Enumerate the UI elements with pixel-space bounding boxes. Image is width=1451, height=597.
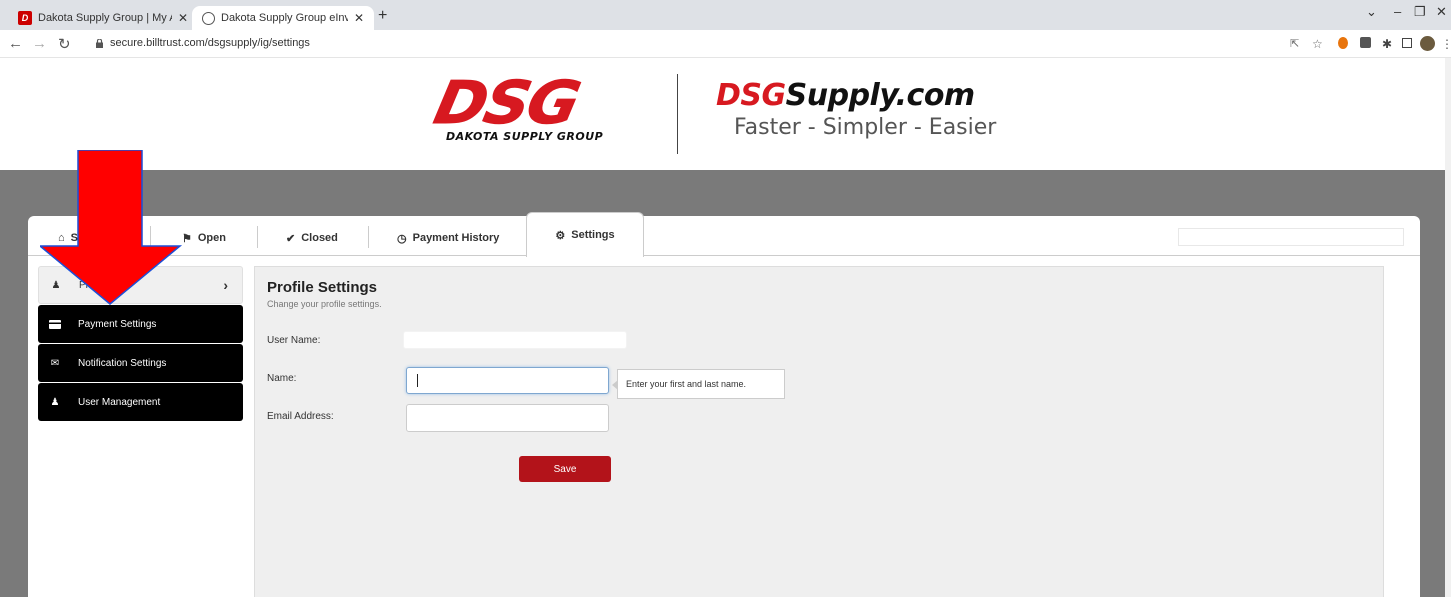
tab-payment-history[interactable]: ◷ Payment History (397, 230, 499, 246)
tab-label: Settings (571, 229, 615, 241)
sidebar-item-notification-settings[interactable]: ✉ Notification Settings (38, 344, 243, 382)
page-subtitle: Change your profile settings. (267, 299, 382, 309)
chevron-right-icon: › (223, 277, 228, 293)
red-arrow-annotation (40, 150, 183, 305)
email-label: Email Address: (267, 411, 334, 422)
search-input[interactable] (1178, 228, 1404, 246)
logo2-black: Supply.com (785, 78, 976, 113)
tab-label: Payment History (412, 232, 500, 244)
browser-toolbar: ← → ↻ secure.billtrust.com/dsgsupply/ig/… (0, 30, 1451, 58)
lock-icon[interactable] (96, 39, 103, 48)
credit-card-icon (48, 319, 62, 329)
save-button[interactable]: Save (519, 456, 611, 482)
browser-tab-title: Dakota Supply Group eInvoice C (221, 12, 348, 24)
dsgsupply-logo[interactable]: DSGSupply.com Faster - Simpler - Easier (716, 78, 996, 140)
logo-text: DSG (428, 67, 585, 138)
nav-tabs: ⌂ S ⚑ Open ✔ Closed ◷ Payment History ⚙ … (28, 212, 1420, 257)
user-name-label: User Name: (267, 335, 321, 346)
close-tab-icon[interactable]: ✕ (178, 11, 188, 25)
user-icon: ♟ (50, 396, 60, 408)
logo2-red: DSG (716, 78, 786, 113)
tab-closed[interactable]: ✔ Closed (286, 230, 338, 246)
browser-tab-strip: D Dakota Supply Group | My Accou ✕ Dakot… (0, 0, 1451, 30)
check-icon: ✔ (286, 232, 296, 245)
sidebar-item-label: User Management (78, 396, 161, 408)
tab-separator (368, 226, 369, 248)
new-tab-button[interactable]: + (378, 7, 387, 25)
puzzle-icon[interactable]: ✱ (1382, 37, 1395, 51)
close-tab-icon[interactable]: ✕ (354, 11, 364, 25)
main-panel: ⌂ S ⚑ Open ✔ Closed ◷ Payment History ⚙ … (28, 212, 1420, 597)
user-name-field (403, 331, 627, 349)
sidebar-icon[interactable] (1402, 38, 1412, 48)
browser-tab-title: Dakota Supply Group | My Accou (38, 12, 172, 24)
reload-icon[interactable]: ↻ (58, 35, 71, 53)
menu-icon[interactable]: ⋮ (1441, 37, 1451, 51)
dsg-logo-icon: D (18, 11, 32, 25)
close-window-icon[interactable]: ✕ (1436, 4, 1447, 20)
star-icon[interactable]: ☆ (1312, 37, 1325, 51)
forward-icon[interactable]: → (32, 35, 47, 52)
restore-icon[interactable]: ❐ (1414, 4, 1426, 20)
sidebar-item-user-management[interactable]: ♟ User Management (38, 383, 243, 421)
gear-icon: ⚙ (555, 229, 566, 242)
minimize-icon[interactable]: – (1394, 4, 1401, 19)
extension-icon[interactable] (1338, 37, 1348, 49)
scrollbar[interactable] (1445, 58, 1451, 597)
browser-tab-active[interactable]: Dakota Supply Group eInvoice C ✕ (192, 6, 374, 30)
share-icon[interactable]: ⇱ (1290, 37, 1303, 50)
name-tooltip: Enter your first and last name. (612, 369, 785, 399)
extension-icon[interactable] (1360, 37, 1371, 48)
avatar[interactable] (1420, 36, 1435, 51)
email-field[interactable] (406, 404, 609, 432)
envelope-icon: ✉ (50, 357, 60, 369)
sidebar-item-label: Notification Settings (78, 357, 167, 369)
tab-settings[interactable]: ⚙ Settings (526, 212, 644, 257)
clock-icon: ◷ (397, 232, 407, 245)
page-title: Profile Settings (267, 279, 378, 296)
name-field[interactable] (406, 367, 609, 394)
text-cursor (417, 374, 418, 387)
profile-settings-panel: Profile Settings Change your profile set… (254, 266, 1384, 597)
address-bar[interactable]: secure.billtrust.com/dsgsupply/ig/settin… (110, 37, 310, 49)
sidebar-item-label: Payment Settings (78, 318, 157, 330)
browser-tab[interactable]: D Dakota Supply Group | My Accou ✕ (8, 6, 198, 30)
tab-separator (257, 226, 258, 248)
tagline: Faster - Simpler - Easier (734, 115, 997, 140)
back-icon[interactable]: ← (8, 35, 23, 52)
name-label: Name: (267, 373, 297, 384)
sidebar-item-payment-settings[interactable]: Payment Settings (38, 305, 243, 343)
tab-search-icon[interactable]: ⌄ (1366, 4, 1377, 20)
globe-icon (202, 11, 215, 25)
header-divider (677, 74, 678, 154)
tab-label: Closed (301, 232, 338, 244)
dsg-logo[interactable]: DSG DAKOTA SUPPLY GROUP (428, 67, 650, 143)
